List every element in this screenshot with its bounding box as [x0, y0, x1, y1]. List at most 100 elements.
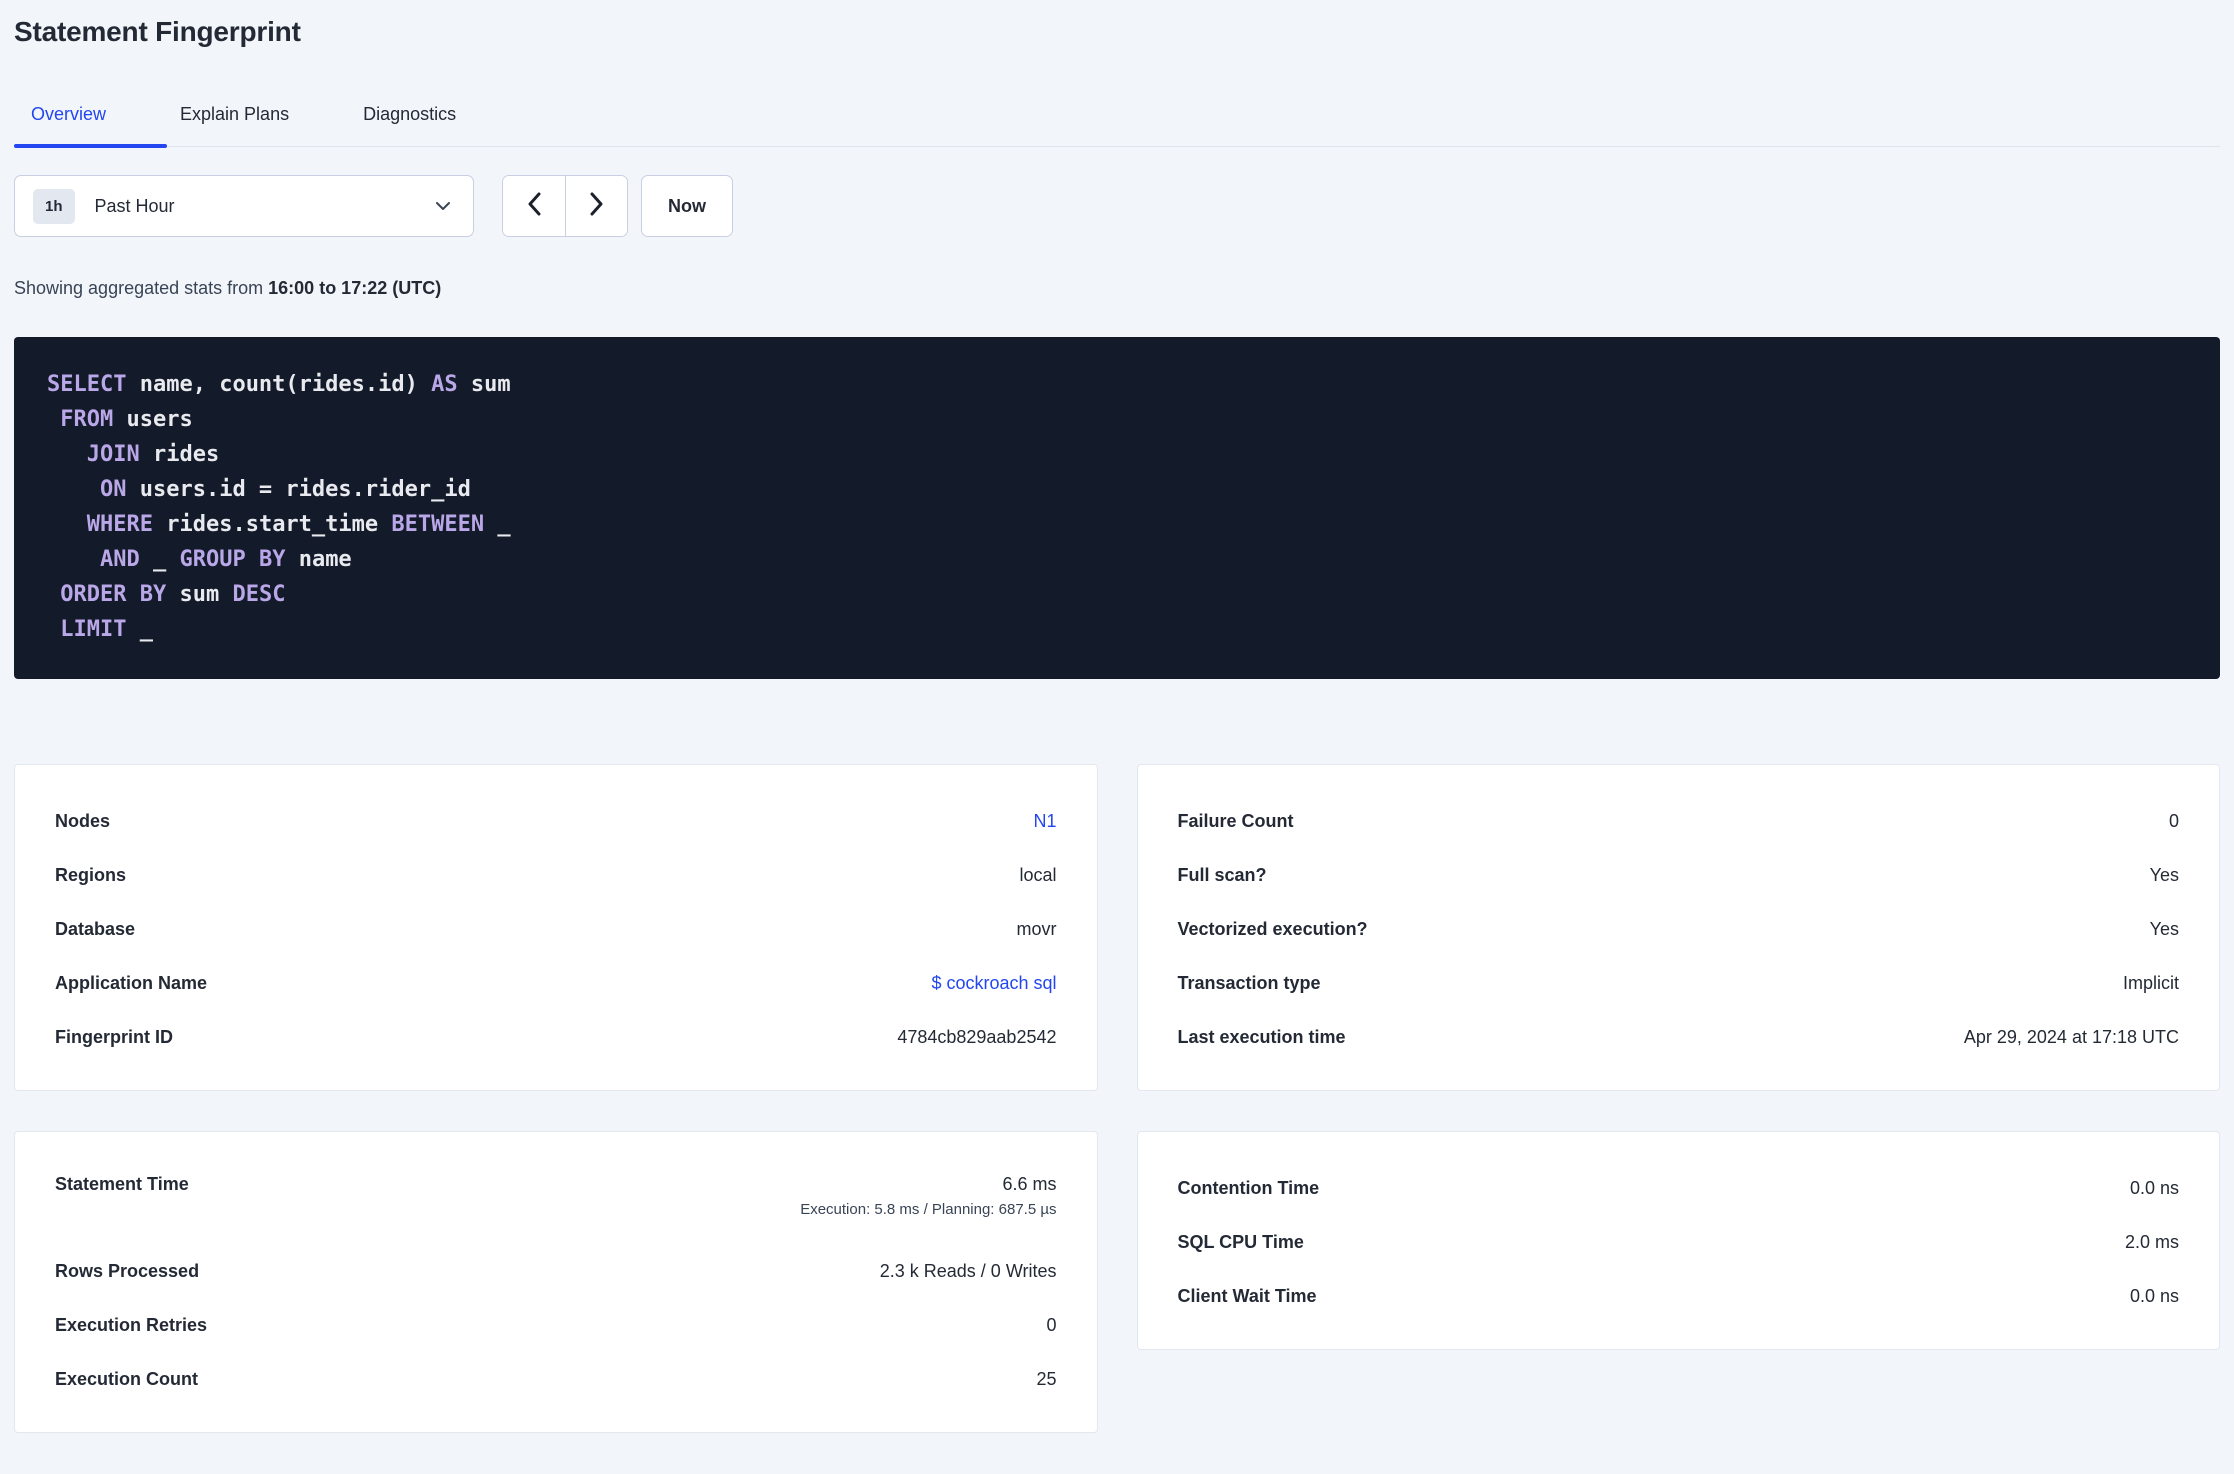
sql-line: AND _ GROUP BY name [99, 547, 352, 572]
row-value: Apr 29, 2024 at 17:18 UTC [1963, 1026, 2179, 1047]
sql-line: ON users.id = rides.rider_id [99, 477, 471, 502]
tab-bar: Overview Explain Plans Diagnostics [14, 94, 2220, 148]
summary-row: Statement Time 6.6 ms Execution: 5.8 ms / … [55, 1161, 1057, 1244]
row-label: Regions [55, 864, 127, 885]
row-value-block: 0 [2169, 811, 2179, 832]
statement-timing-card: Statement Time 6.6 ms Execution: 5.8 ms / … [14, 1131, 1098, 1433]
now-button[interactable]: Now [641, 175, 733, 237]
aggregated-stats-caption: Showing aggregated stats from 16:00 to 1… [14, 278, 2220, 299]
time-range-picker[interactable]: 1h Past Hour [14, 175, 474, 237]
row-value-block: local [1019, 865, 1056, 886]
row-value-block: Apr 29, 2024 at 17:18 UTC [1964, 1027, 2179, 1048]
row-value: 0 [2168, 810, 2179, 831]
row-label: Transaction type [1177, 972, 1321, 993]
summary-row: Failure Count 0 [1178, 794, 2180, 848]
row-label: Application Name [55, 972, 208, 993]
summary-row: Client Wait Time 0.0 ns [1178, 1269, 2180, 1323]
summary-row: Execution Count 25 [55, 1352, 1057, 1406]
row-value-block: 25 [1036, 1369, 1056, 1390]
overview-cards-row: Nodes N1 Regions local Database movr Applicati… [14, 764, 2220, 1091]
time-step-buttons [502, 175, 628, 237]
summary-row: Regions local [55, 848, 1057, 902]
tab-diagnostics[interactable]: Diagnostics [363, 94, 456, 146]
sql-line: SELECT name, count(rides.id) AS sum [47, 372, 511, 397]
sql-line: FROM users [60, 407, 193, 432]
tab-explain-plans[interactable]: Explain Plans [180, 94, 289, 146]
row-label: Database [55, 918, 136, 939]
tab-overview[interactable]: Overview [31, 94, 106, 146]
sql-line: JOIN rides [86, 442, 220, 467]
timing-cards-row: Statement Time 6.6 ms Execution: 5.8 ms / … [14, 1131, 2220, 1433]
row-label: Execution Count [55, 1368, 198, 1389]
time-range-label: Past Hour [94, 195, 175, 216]
summary-row: Vectorized execution? Yes [1178, 902, 2180, 956]
sql-line: WHERE rides.start_time BETWEEN _ [86, 512, 511, 537]
execution-attributes-card: Failure Count 0 Full scan? Yes Vectorized ex… [1136, 764, 2220, 1091]
row-value: Implicit [2122, 972, 2179, 993]
row-value-block: 6.6 ms Execution: 5.8 ms / Planning: 687.… [800, 1174, 1056, 1218]
row-value-block: 0 [1046, 1315, 1056, 1336]
time-controls: 1h Past Hour Now [14, 175, 2220, 237]
row-value: 2.3 k Reads / 0 Writes [879, 1260, 1057, 1281]
row-value-block: 2.0 ms [2125, 1232, 2179, 1253]
summary-row: Last execution time Apr 29, 2024 at 17:18… [1178, 1010, 2180, 1064]
row-value: 4784cb829aab2542 [897, 1026, 1057, 1047]
active-tab-indicator [14, 144, 167, 148]
row-label: Execution Retries [55, 1314, 208, 1335]
row-value-block: 4784cb829aab2542 [897, 1027, 1056, 1048]
row-label: Failure Count [1177, 810, 1294, 831]
summary-row: Contention Time 0.0 ns [1178, 1161, 2180, 1215]
row-subvalue: Execution: 5.8 ms / Planning: 687.5 µs [800, 1201, 1057, 1218]
row-value-block: Implicit [2123, 973, 2179, 994]
page-title: Statement Fingerprint [14, 16, 301, 47]
row-value-block: N1 [1033, 811, 1056, 832]
row-value-link[interactable]: N1 [1033, 811, 1056, 832]
sql-line: LIMIT _ [60, 617, 153, 642]
row-label: Full scan? [1177, 864, 1267, 885]
row-value: 0.0 ns [2129, 1177, 2179, 1198]
summary-row: Execution Retries 0 [55, 1298, 1057, 1352]
row-value: Yes [2149, 918, 2179, 939]
row-value: local [1019, 864, 1057, 885]
row-label: Fingerprint ID [55, 1026, 173, 1047]
row-label: Vectorized execution? [1177, 918, 1368, 939]
row-value: movr [1016, 918, 1057, 939]
summary-row: Database movr [55, 902, 1057, 956]
row-label: Last execution time [1177, 1026, 1346, 1047]
chevron-left-icon [527, 192, 542, 221]
row-label: Client Wait Time [1177, 1285, 1317, 1306]
row-value: 6.6 ms [1002, 1174, 1057, 1194]
summary-row: Rows Processed 2.3 k Reads / 0 Writes [55, 1244, 1057, 1298]
summary-row: Application Name $ cockroach sql [55, 956, 1057, 1010]
wait-time-card: Contention Time 0.0 ns SQL CPU Time 2.0 ms C… [1136, 1131, 2220, 1350]
sql-line: ORDER BY sum DESC [60, 582, 286, 607]
row-value-block: 0.0 ns [2130, 1286, 2179, 1307]
caption-prefix: Showing aggregated stats from [14, 278, 269, 298]
row-value: 0 [1046, 1314, 1057, 1335]
row-value: 25 [1036, 1368, 1057, 1389]
row-value-block: 2.3 k Reads / 0 Writes [880, 1261, 1057, 1282]
summary-row: Full scan? Yes [1178, 848, 2180, 902]
row-label: Rows Processed [55, 1260, 200, 1281]
caption-time-range: 16:00 to 17:22 (UTC) [268, 278, 442, 298]
row-value-block: 0.0 ns [2130, 1178, 2179, 1199]
statement-fingerprint-page: Statement Fingerprint Overview Explain Pl… [0, 16, 2234, 1433]
chevron-down-icon [435, 201, 451, 211]
summary-row: Transaction type Implicit [1178, 956, 2180, 1010]
statement-details-card: Nodes N1 Regions local Database movr Applicati… [14, 764, 1098, 1091]
row-value-block: Yes [2150, 919, 2179, 940]
row-value: Yes [2149, 864, 2179, 885]
row-value-block: movr [1017, 919, 1057, 940]
summary-row: Nodes N1 [55, 794, 1057, 848]
summary-row: SQL CPU Time 2.0 ms [1178, 1215, 2180, 1269]
row-label: Nodes [55, 810, 111, 831]
row-value: 2.0 ms [2124, 1231, 2179, 1252]
next-interval-button[interactable] [565, 176, 627, 236]
row-value-link[interactable]: $ cockroach sql [931, 973, 1056, 994]
row-value: 0.0 ns [2129, 1285, 2179, 1306]
row-value-block: Yes [2150, 865, 2179, 886]
previous-interval-button[interactable] [503, 176, 565, 236]
time-range-badge: 1h [33, 188, 75, 224]
row-label: SQL CPU Time [1177, 1231, 1304, 1252]
summary-row: Fingerprint ID 4784cb829aab2542 [55, 1010, 1057, 1064]
